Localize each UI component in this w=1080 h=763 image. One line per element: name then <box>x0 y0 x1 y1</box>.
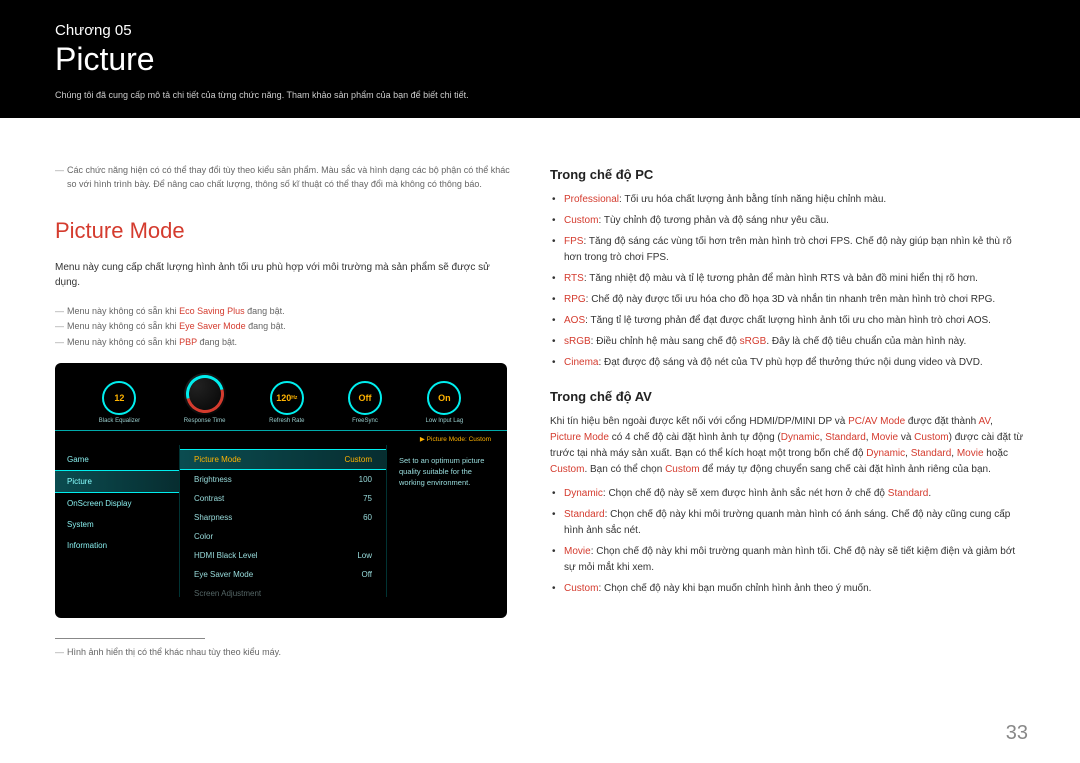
list-item: Movie: Chọn chế độ này khi môi trường qu… <box>550 544 1025 576</box>
list-item: sRGB: Điều chỉnh hệ màu sang chế độ sRGB… <box>550 334 1025 350</box>
subhead-pc-mode: Trong chế độ PC <box>550 167 1025 182</box>
gauge-refresh-rate: 120Hz Refresh Rate <box>269 381 304 424</box>
av-intro-paragraph: Khi tín hiệu bên ngoài được kết nối với … <box>550 414 1025 478</box>
content-area: Các chức năng hiện có có thể thay đổi tù… <box>0 118 1080 660</box>
page-title: Picture <box>55 41 1025 78</box>
list-item: Dynamic: Chọn chế độ này sẽ xem được hìn… <box>550 486 1025 502</box>
note-eco-saving: Menu này không có sẵn khi Eco Saving Plu… <box>55 304 515 318</box>
term-eco-saving-plus: Eco Saving Plus <box>179 306 245 316</box>
osd-row-contrast: Contrast75 <box>180 489 386 508</box>
page-header: Chương 05 Picture Chúng tôi đã cung cấp … <box>0 0 1080 118</box>
osd-nav-game: Game <box>55 449 179 470</box>
chapter-label: Chương 05 <box>55 22 1025 39</box>
osd-screenshot: 12 Black Equalizer Response Time 120Hz R… <box>55 363 507 618</box>
list-item: Cinema: Đạt được độ sáng và độ nét của T… <box>550 355 1025 371</box>
osd-body: Game Picture OnScreen Display System Inf… <box>55 445 507 597</box>
list-item: Custom: Tùy chỉnh độ tương phản và độ sá… <box>550 213 1025 229</box>
list-item: FPS: Tăng độ sáng các vùng tối hơn trên … <box>550 234 1025 266</box>
av-mode-list: Dynamic: Chọn chế độ này sẽ xem được hìn… <box>550 486 1025 597</box>
osd-gauge-row: 12 Black Equalizer Response Time 120Hz R… <box>55 363 507 431</box>
osd-row-hdmi-black-level: HDMI Black LevelLow <box>180 546 386 565</box>
osd-settings-list: Picture ModeCustom Brightness100 Contras… <box>179 445 387 597</box>
osd-row-color: Color <box>180 527 386 546</box>
footnote: Hình ảnh hiển thị có thể khác nhau tùy t… <box>55 645 515 659</box>
intro-text: Menu này cung cấp chất lượng hình ảnh tố… <box>55 260 515 290</box>
list-item: Standard: Chọn chế độ này khi môi trường… <box>550 507 1025 539</box>
list-item: RTS: Tăng nhiệt độ màu và tỉ lệ tương ph… <box>550 271 1025 287</box>
gauge-freesync: Off FreeSync <box>348 381 382 424</box>
right-column: Trong chế độ PC Professional: Tối ưu hóa… <box>550 163 1025 660</box>
list-item: Professional: Tối ưu hóa chất lượng ảnh … <box>550 192 1025 208</box>
osd-row-sharpness: Sharpness60 <box>180 508 386 527</box>
osd-row-eye-saver-mode: Eye Saver ModeOff <box>180 565 386 584</box>
note-eye-saver: Menu này không có sẵn khi Eye Saver Mode… <box>55 319 515 333</box>
term-pbp: PBP <box>179 337 197 347</box>
osd-nav-onscreen-display: OnScreen Display <box>55 493 179 514</box>
gauge-black-equalizer: 12 Black Equalizer <box>99 381 140 424</box>
osd-nav: Game Picture OnScreen Display System Inf… <box>55 445 179 597</box>
osd-row-picture-mode: Picture ModeCustom <box>180 449 386 470</box>
page-number: 33 <box>1006 722 1028 745</box>
left-column: Các chức năng hiện có có thể thay đổi tù… <box>55 163 515 660</box>
pc-mode-list: Professional: Tối ưu hóa chất lượng ảnh … <box>550 192 1025 371</box>
term-eye-saver-mode: Eye Saver Mode <box>179 321 246 331</box>
osd-nav-information: Information <box>55 535 179 556</box>
footnote-rule <box>55 638 205 639</box>
list-item: RPG: Chế độ này được tối ưu hóa cho đồ h… <box>550 292 1025 308</box>
dial-icon <box>184 373 226 415</box>
list-item: Custom: Chọn chế độ này khi bạn muốn chỉ… <box>550 581 1025 597</box>
osd-row-brightness: Brightness100 <box>180 470 386 489</box>
page-subtitle: Chúng tôi đã cung cấp mô tả chi tiết của… <box>55 90 1025 100</box>
osd-mode-indicator: ▶ Picture Mode: Custom <box>55 431 507 445</box>
osd-nav-system: System <box>55 514 179 535</box>
list-item: AOS: Tăng tỉ lệ tương phản để đạt được c… <box>550 313 1025 329</box>
gauge-response-time: Response Time <box>184 373 226 424</box>
note-pbp: Menu này không có sẵn khi PBP đang bật. <box>55 335 515 349</box>
osd-row-screen-adjustment: Screen Adjustment <box>180 584 386 603</box>
note-top: Các chức năng hiện có có thể thay đổi tù… <box>55 163 515 192</box>
subhead-av-mode: Trong chế độ AV <box>550 389 1025 404</box>
gauge-low-input-lag: On Low Input Lag <box>426 381 464 424</box>
section-title-picture-mode: Picture Mode <box>55 218 515 244</box>
osd-description: Set to an optimum picture quality suitab… <box>387 445 507 597</box>
osd-nav-picture: Picture <box>55 470 179 493</box>
